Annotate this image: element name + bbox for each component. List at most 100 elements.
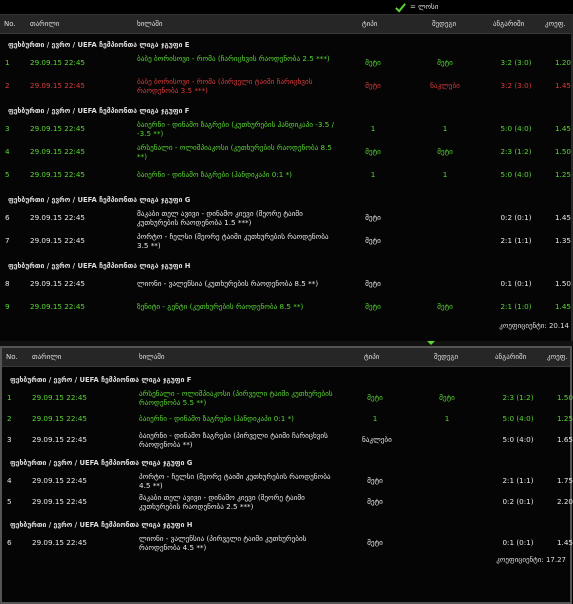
bet-pick: მეტი [367,476,383,485]
col-no[interactable]: No. [6,353,18,361]
col-odds[interactable]: კოეფ. [545,20,566,28]
bet-pick: მეტი [367,538,383,547]
match-date: 29.09.15 22:45 [32,414,88,423]
table-row[interactable]: 7 29.09.15 22:45 პორტო - ჩელსი (მეორე ტაიმ… [0,230,573,253]
table-body: ფეხბურთი / ევრო / UEFA ჩემპიონთა ლიგა ჯგ… [0,38,573,319]
group-header: ფეხბურთი / ევრო / UEFA ჩემპიონთა ლიგა ჯგ… [0,104,573,118]
table-row[interactable]: 1 29.09.15 22:45 ბაბე ბორისოვი - რომა (ჩარ… [0,52,573,75]
row-number: 5 [7,497,12,506]
group-header: ფეხბურთი / ევრო / UEFA ჩემპიონთა ლიგა ჯგ… [2,518,570,532]
group-title: ფეხბურთი / ევრო / UEFA ჩემპიონთა ლიგა ჯგ… [8,107,190,115]
bet-odds: 1.25 [556,414,573,423]
table-row[interactable]: 5 29.09.15 22:45 მაკაბი თელ ავივი - დინამო… [2,491,573,512]
legend-label: = ლოსი [410,3,439,11]
col-date[interactable]: თარილი [30,20,59,28]
row-number: 3 [7,435,12,444]
table-row[interactable]: 1 29.09.15 22:45 არსენალი - ოლიმპიაკოსი (პ… [2,387,573,408]
bet-odds: 1.50 [556,393,573,402]
bet-odds: 1.20 [554,58,571,67]
match-date: 29.09.15 22:45 [30,213,86,222]
match-score: 2:1 (1:1) [500,236,532,245]
row-number: 4 [5,147,10,156]
legend: = ლოსი [395,0,438,14]
row-number: 2 [5,81,10,90]
group-title: ფეხბურთი / ევრო / UEFA ჩემპიონთა ლიგა ჯგ… [8,41,190,49]
col-score[interactable]: ანგარიში [495,353,526,361]
total-odds-2: კოეფიციენტი: 17.27 [2,553,570,567]
match-score: 3:2 (3:0) [500,58,532,67]
table-header: No. თარილი ხილაში ტიპი შედეგი ანგარიში კ… [0,15,573,34]
match-date: 29.09.15 22:45 [32,435,88,444]
col-date[interactable]: თარილი [32,353,61,361]
row-number: 3 [5,124,10,133]
match-name: ბაიერნი - დინამო ზაგრები (ჰანდიკაპი 0:1 … [139,414,294,423]
match-score: 2:1 (1:0) [500,302,532,311]
check-icon [395,2,406,13]
col-game[interactable]: ხილაში [137,20,163,28]
table-row[interactable]: 6 29.09.15 22:45 მაკაბი თელ ავივი - დინამო… [0,207,573,230]
table-row[interactable]: 6 29.09.15 22:45 ლიონი - ვალენსია (პირველი… [2,532,573,553]
match-date: 29.09.15 22:45 [30,81,86,90]
bet-result: მეტი [439,393,455,402]
betslip-panel-2: No. თარილი ხილაში ტიპი შედეგი ანგარიში კ… [0,346,573,604]
table-body-2: ფეხბურთი / ევრო / UEFA ჩემპიონთა ლიგა ჯგ… [2,373,573,553]
match-date: 29.09.15 22:45 [32,497,88,506]
col-score[interactable]: ანგარიში [493,20,524,28]
bet-pick: მეტი [365,147,381,156]
match-score: 5:0 (4:0) [500,124,532,133]
bet-result: 1 [442,170,448,179]
bet-odds: 2.20 [556,497,573,506]
match-name: ლიონი - ვალენსია (პირველი ტაიმი კუთხურებ… [139,534,307,552]
match-score: 3:2 (3:0) [500,81,532,90]
col-odds[interactable]: კოეფ. [547,353,568,361]
col-pick[interactable]: ტიპი [364,353,379,361]
bet-odds: 1.45 [554,302,571,311]
match-date: 29.09.15 22:45 [32,476,88,485]
match-name: მაკაბი თელ ავივი - დინამო კიევი (მეორე ტ… [137,209,303,227]
table-row[interactable]: 4 29.09.15 22:45 არსენალი - ოლიმპიაკოსი (კ… [0,141,573,164]
col-result[interactable]: შედეგი [434,353,458,361]
col-no[interactable]: No. [4,20,16,28]
table-header-2: No. თარილი ხილაში ტიპი შედეგი ანგარიში კ… [2,348,570,367]
match-name: ბაიერნი - დინამო ზაგრები (კუთხურების ჰან… [137,120,335,138]
table-row[interactable]: 9 29.09.15 22:45 ზენიტი - გენტი (კუთხურები… [0,296,573,319]
bet-pick: მეტი [365,213,381,222]
table-row[interactable]: 3 29.09.15 22:45 ბაიერნი - დინამო ზაგრები … [0,118,573,141]
table-row[interactable]: 8 29.09.15 22:45 ლიონი - ვალენსია (კუთხურე… [0,273,573,296]
table-row[interactable]: 3 29.09.15 22:45 ბაიერნი - დინამო ზაგრები … [2,429,573,450]
match-date: 29.09.15 22:45 [32,538,88,547]
match-date: 29.09.15 22:45 [32,393,88,402]
group-title: ფეხბურთი / ევრო / UEFA ჩემპიონთა ლიგა ჯგ… [10,459,193,467]
col-game[interactable]: ხილაში [139,353,165,361]
match-name: ბაიერნი - დინამო ზაგრები (პირველი ტაიმი … [139,431,328,449]
match-name: არსენალი - ოლიმპიაკოსი (პირველი ტაიმი კუ… [139,389,333,407]
bet-odds: 1.45 [554,213,571,222]
bet-odds: 1.45 [554,81,571,90]
total-odds: კოეფიციენტი: 20.14 [0,319,573,333]
table-row[interactable]: 2 29.09.15 22:45 ბაბე ბორისოვი - რომა (პირ… [0,75,573,98]
row-number: 6 [7,538,12,547]
bet-pick: მეტი [367,393,383,402]
match-date: 29.09.15 22:45 [30,302,86,311]
match-name: ბაიერნი - დინამო ზაგრები (ჰანდიკაპი 0:1 … [137,170,292,179]
bet-odds: 1.50 [554,147,571,156]
match-score: 0:1 (0:1) [502,538,534,547]
bet-result: 1 [442,124,448,133]
bet-pick: მეტი [365,279,381,288]
match-name: ბაბე ბორისოვი - რომა (ჩარიცხვის რაოდენობ… [137,54,330,63]
match-score: 0:1 (0:1) [500,279,532,288]
collapse-arrow-icon[interactable] [427,341,435,345]
bet-pick: 1 [372,414,378,423]
group-title: ფეხბურთი / ევრო / UEFA ჩემპიონთა ლიგა ჯგ… [10,521,193,529]
col-result[interactable]: შედეგი [432,20,456,28]
col-pick[interactable]: ტიპი [362,20,377,28]
bet-pick: მეტი [365,236,381,245]
table-row[interactable]: 4 29.09.15 22:45 პორტო - ჩელსი (მეორე ტაიმ… [2,470,573,491]
row-number: 6 [5,213,10,222]
table-row[interactable]: 5 29.09.15 22:45 ბაიერნი - დინამო ზაგრები … [0,164,573,187]
match-name: მაკაბი თელ ავივი - დინამო კიევი (მეორე ტ… [139,493,305,511]
group-header: ფეხბურთი / ევრო / UEFA ჩემპიონთა ლიგა ჯგ… [0,38,573,52]
bet-odds: 1.75 [556,476,573,485]
table-row[interactable]: 2 29.09.15 22:45 ბაიერნი - დინამო ზაგრები … [2,408,573,429]
match-date: 29.09.15 22:45 [30,58,86,67]
